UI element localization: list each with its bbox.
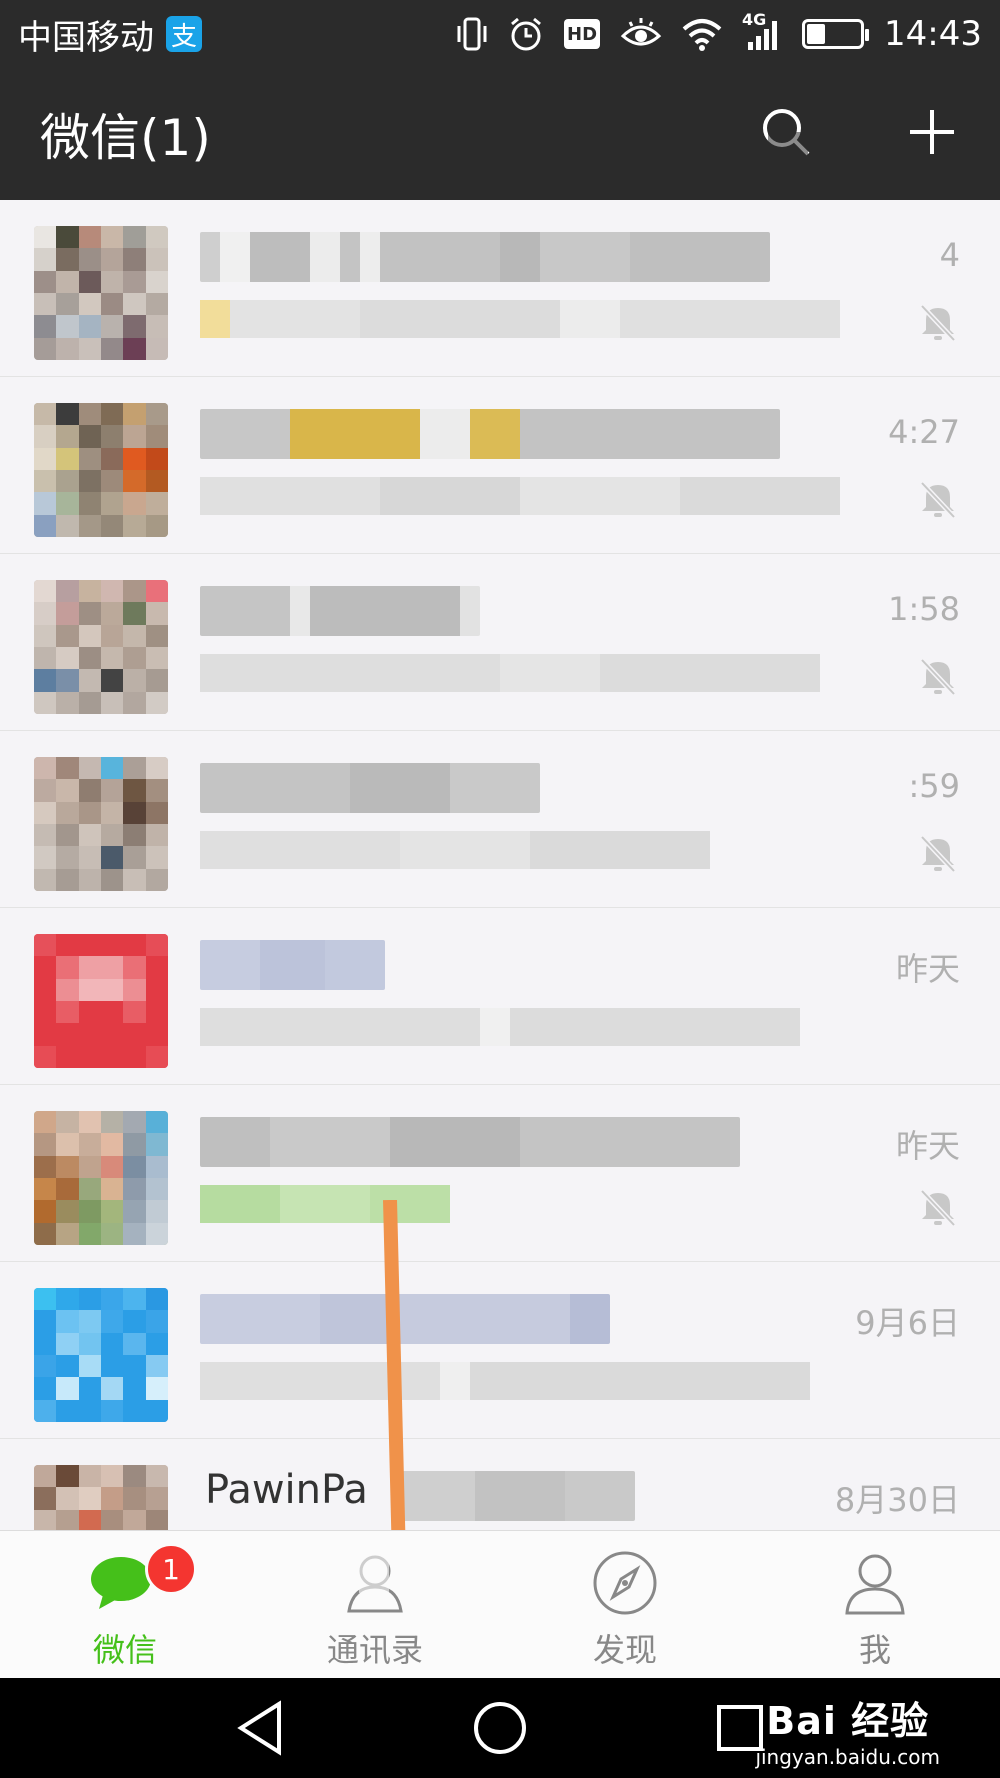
chat-time: 昨天 (895, 950, 960, 988)
chat-name-redacted (200, 1117, 740, 1167)
status-bar: 中国移动 支 HD 4G 14:43 (0, 0, 1000, 68)
alarm-icon (508, 14, 544, 54)
chat-preview-redacted (200, 1008, 800, 1046)
chat-preview-redacted (200, 300, 840, 338)
chat-time: 1:58 (888, 590, 960, 628)
tab-chats[interactable]: 1 微信 (0, 1531, 250, 1678)
contacts-icon (339, 1547, 411, 1619)
battery-icon (802, 19, 870, 49)
chat-item[interactable]: 昨天 (0, 1085, 1000, 1262)
chat-item[interactable]: PawinPa 8月30日 (0, 1439, 1000, 1530)
chat-preview-redacted (200, 654, 820, 692)
mute-icon (916, 831, 960, 875)
search-icon[interactable] (758, 104, 814, 164)
compass-icon (589, 1547, 661, 1619)
avatar (34, 226, 168, 360)
tab-label: 我 (858, 1631, 891, 1669)
signal-icon: 4G (742, 10, 782, 54)
chat-item[interactable]: 4 (0, 200, 1000, 377)
hd-icon: HD (564, 19, 601, 49)
add-icon[interactable] (904, 104, 960, 164)
chat-list: 4 4:27 1:58:59 昨天 昨天 9月6日 PawinPa 8月30日 (0, 200, 1000, 1530)
tab-discover[interactable]: 发现 (500, 1531, 750, 1678)
chat-time: 4 (939, 236, 960, 274)
mute-icon (916, 300, 960, 344)
chat-name: PawinPa (205, 1467, 368, 1513)
chat-preview-redacted (200, 1185, 450, 1223)
eye-icon (620, 14, 662, 54)
home-icon[interactable] (465, 1693, 535, 1763)
chat-time: :59 (908, 767, 961, 805)
chat-item[interactable]: 1:58 (0, 554, 1000, 731)
chat-name-redacted (200, 763, 540, 813)
chat-name-redacted (200, 409, 780, 459)
carrier-name: 中国移动 (18, 17, 154, 58)
tab-label: 微信 (92, 1631, 157, 1669)
tab-contacts[interactable]: 通讯录 (250, 1531, 500, 1678)
alipay-icon: 支 (166, 16, 202, 52)
person-icon (839, 1547, 911, 1619)
vibrate-icon (456, 14, 488, 54)
avatar (34, 1465, 168, 1530)
chat-name-redacted (395, 1471, 635, 1521)
tab-me[interactable]: 我 (750, 1531, 1000, 1678)
avatar (34, 403, 168, 537)
network-type: 4G (742, 10, 767, 29)
avatar (34, 757, 168, 891)
chat-name-redacted (200, 1294, 610, 1344)
avatar (34, 934, 168, 1068)
avatar (34, 1111, 168, 1245)
clock: 14:43 (884, 14, 982, 54)
avatar (34, 580, 168, 714)
chat-item[interactable]: 昨天 (0, 908, 1000, 1085)
tab-label: 发现 (592, 1631, 657, 1669)
chat-item[interactable]: :59 (0, 731, 1000, 908)
chat-bubbles-icon: 1 (89, 1543, 197, 1619)
baidu-jingyan-watermark: Bai 经验 jingyan.baidu.com (755, 1690, 940, 1769)
chat-time: 8月30日 (834, 1481, 960, 1519)
mute-icon (916, 1185, 960, 1229)
chat-preview-redacted (200, 477, 840, 515)
page-title: 微信(1) (40, 109, 211, 167)
status-icons: HD 4G 14:43 (456, 10, 982, 54)
chat-item[interactable]: 4:27 (0, 377, 1000, 554)
chat-time: 9月6日 (855, 1304, 960, 1342)
chat-name-redacted (200, 586, 480, 636)
unread-badge: 1 (145, 1543, 197, 1595)
chat-time: 4:27 (888, 413, 960, 451)
bottom-tab-bar: 1 微信 通讯录 发现 我 (0, 1530, 1000, 1678)
chat-name-redacted (200, 232, 770, 282)
back-icon[interactable] (225, 1693, 295, 1763)
wifi-icon (682, 14, 722, 54)
chat-name-redacted (200, 940, 385, 990)
header-actions (758, 104, 960, 164)
mute-icon (916, 654, 960, 698)
tab-label: 通讯录 (326, 1631, 423, 1669)
watermark-main: Bai 经验 (766, 1699, 930, 1743)
chat-item[interactable]: 9月6日 (0, 1262, 1000, 1439)
chat-preview-redacted (200, 831, 710, 869)
avatar (34, 1288, 168, 1422)
app-header: 微信(1) (0, 68, 1000, 200)
chat-time: 昨天 (895, 1127, 960, 1165)
chat-preview-redacted (200, 1362, 810, 1400)
mute-icon (916, 477, 960, 521)
watermark-url: jingyan.baidu.com (755, 1745, 940, 1769)
